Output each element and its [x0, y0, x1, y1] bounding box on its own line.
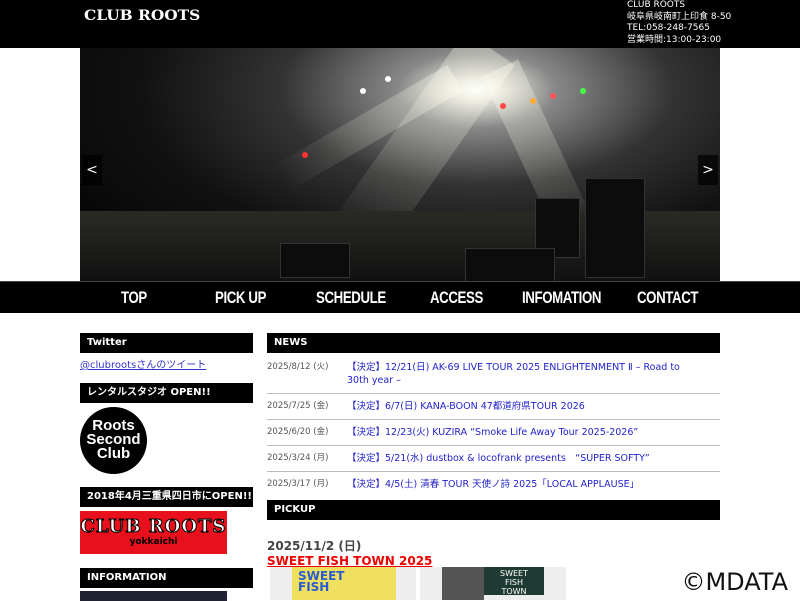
banner-sub-text: yokkaichi	[129, 537, 178, 547]
watermark: ©MDATA	[681, 568, 788, 596]
poster-2-photo	[442, 567, 484, 600]
news-date: 2025/8/12 (火)	[267, 362, 329, 372]
news-title[interactable]: 【決定】4/5(土) 清春 TOUR 天使ノ詩 2025「LOCAL APPLA…	[347, 478, 720, 490]
news-date: 2025/6/20 (金)	[267, 427, 329, 437]
yokkaichi-heading: 2018年4月三重県四日市にOPEN!!	[80, 487, 253, 507]
main-nav: TOP PICK UP SCHEDULE ACCESS INFOMATION C…	[0, 281, 800, 313]
hero-slider: < >	[80, 48, 720, 281]
nav-pickup[interactable]: PICK UP	[215, 288, 266, 308]
club-address: 岐阜県岐南町上印食 8-50	[627, 11, 732, 22]
nav-access[interactable]: ACCESS	[430, 288, 483, 308]
sidebar: Twitter @clubrootsさんのツイート レンタルスタジオ OPEN!…	[80, 333, 253, 601]
header: CLUB ROOTS CLUB ROOTS 岐阜県岐南町上印食 8-50 TEL…	[0, 0, 800, 48]
news-item[interactable]: 2025/3/24 (月) 【決定】5/21(水) dustbox & locof…	[267, 446, 720, 472]
nav-infomation[interactable]: INFOMATION	[522, 288, 601, 308]
news-heading: NEWS	[267, 333, 720, 353]
information-heading: INFORMATION	[80, 568, 253, 588]
nav-contact[interactable]: CONTACT	[637, 288, 698, 308]
news-item[interactable]: 2025/8/12 (火) 【決定】12/21(日) AK-69 LIVE TOU…	[267, 355, 720, 394]
pickup-heading: PICKUP	[267, 500, 720, 520]
news-title[interactable]: 【決定】12/21(日) AK-69 LIVE TOUR 2025 ENLIGH…	[347, 361, 720, 387]
news-title[interactable]: 【決定】6/7(日) KANA-BOON 47都道府県TOUR 2026	[347, 400, 720, 413]
news-item[interactable]: 2025/3/17 (月) 【決定】4/5(土) 清春 TOUR 天使ノ詩 202…	[267, 472, 720, 490]
pickup-date: 2025/11/2 (日)	[267, 539, 362, 553]
news-list: 2025/8/12 (火) 【決定】12/21(日) AK-69 LIVE TOU…	[267, 355, 720, 490]
banner-logo-text: CLUB ROOTS	[80, 516, 227, 538]
pickup-title-link[interactable]: SWEET FISH TOWN 2025	[267, 554, 720, 568]
site-logo[interactable]: CLUB ROOTS	[84, 8, 200, 24]
nav-schedule[interactable]: SCHEDULE	[316, 288, 386, 308]
main-content: NEWS 2025/8/12 (火) 【決定】12/21(日) AK-69 LIV…	[267, 333, 720, 568]
twitter-link[interactable]: @clubrootsさんのツイート	[80, 356, 253, 371]
pickup-poster-2[interactable]: SWEET FISH TOWN	[420, 567, 566, 600]
news-date: 2025/7/25 (金)	[267, 401, 329, 411]
news-title[interactable]: 【決定】5/21(水) dustbox & locofrank presents…	[347, 452, 720, 465]
slider-next-button[interactable]: >	[698, 155, 718, 185]
news-date: 2025/3/24 (月)	[267, 453, 329, 463]
news-item[interactable]: 2025/6/20 (金) 【決定】12/23(火) KUZIRA “Smoke …	[267, 420, 720, 446]
slider-prev-button[interactable]: <	[82, 155, 102, 185]
pickup-poster-1[interactable]: SWEET FISH	[270, 567, 416, 600]
news-date: 2025/3/17 (月)	[267, 479, 329, 489]
roots-second-club-logo[interactable]: Roots Second Club	[80, 407, 147, 474]
nav-top[interactable]: TOP	[121, 288, 147, 308]
club-name: CLUB ROOTS	[627, 0, 686, 10]
club-info: CLUB ROOTS 岐阜県岐南町上印食 8-50 TEL:058-248-75…	[627, 0, 731, 46]
club-roots-yokkaichi-banner[interactable]: CLUB ROOTS yokkaichi	[80, 511, 227, 554]
club-phone: TEL:058-248-7565	[627, 23, 710, 33]
twitter-heading: Twitter	[80, 333, 253, 353]
club-hours: 営業時間:13:00-23:00	[627, 34, 722, 45]
poster-2-art: SWEET FISH TOWN	[484, 567, 544, 596]
news-title[interactable]: 【決定】12/23(火) KUZIRA “Smoke Life Away Tou…	[347, 426, 720, 439]
rental-heading: レンタルスタジオ OPEN!!	[80, 383, 253, 403]
news-item[interactable]: 2025/7/25 (金) 【決定】6/7(日) KANA-BOON 47都道府県…	[267, 394, 720, 420]
poster-1-art: SWEET FISH	[292, 567, 396, 600]
